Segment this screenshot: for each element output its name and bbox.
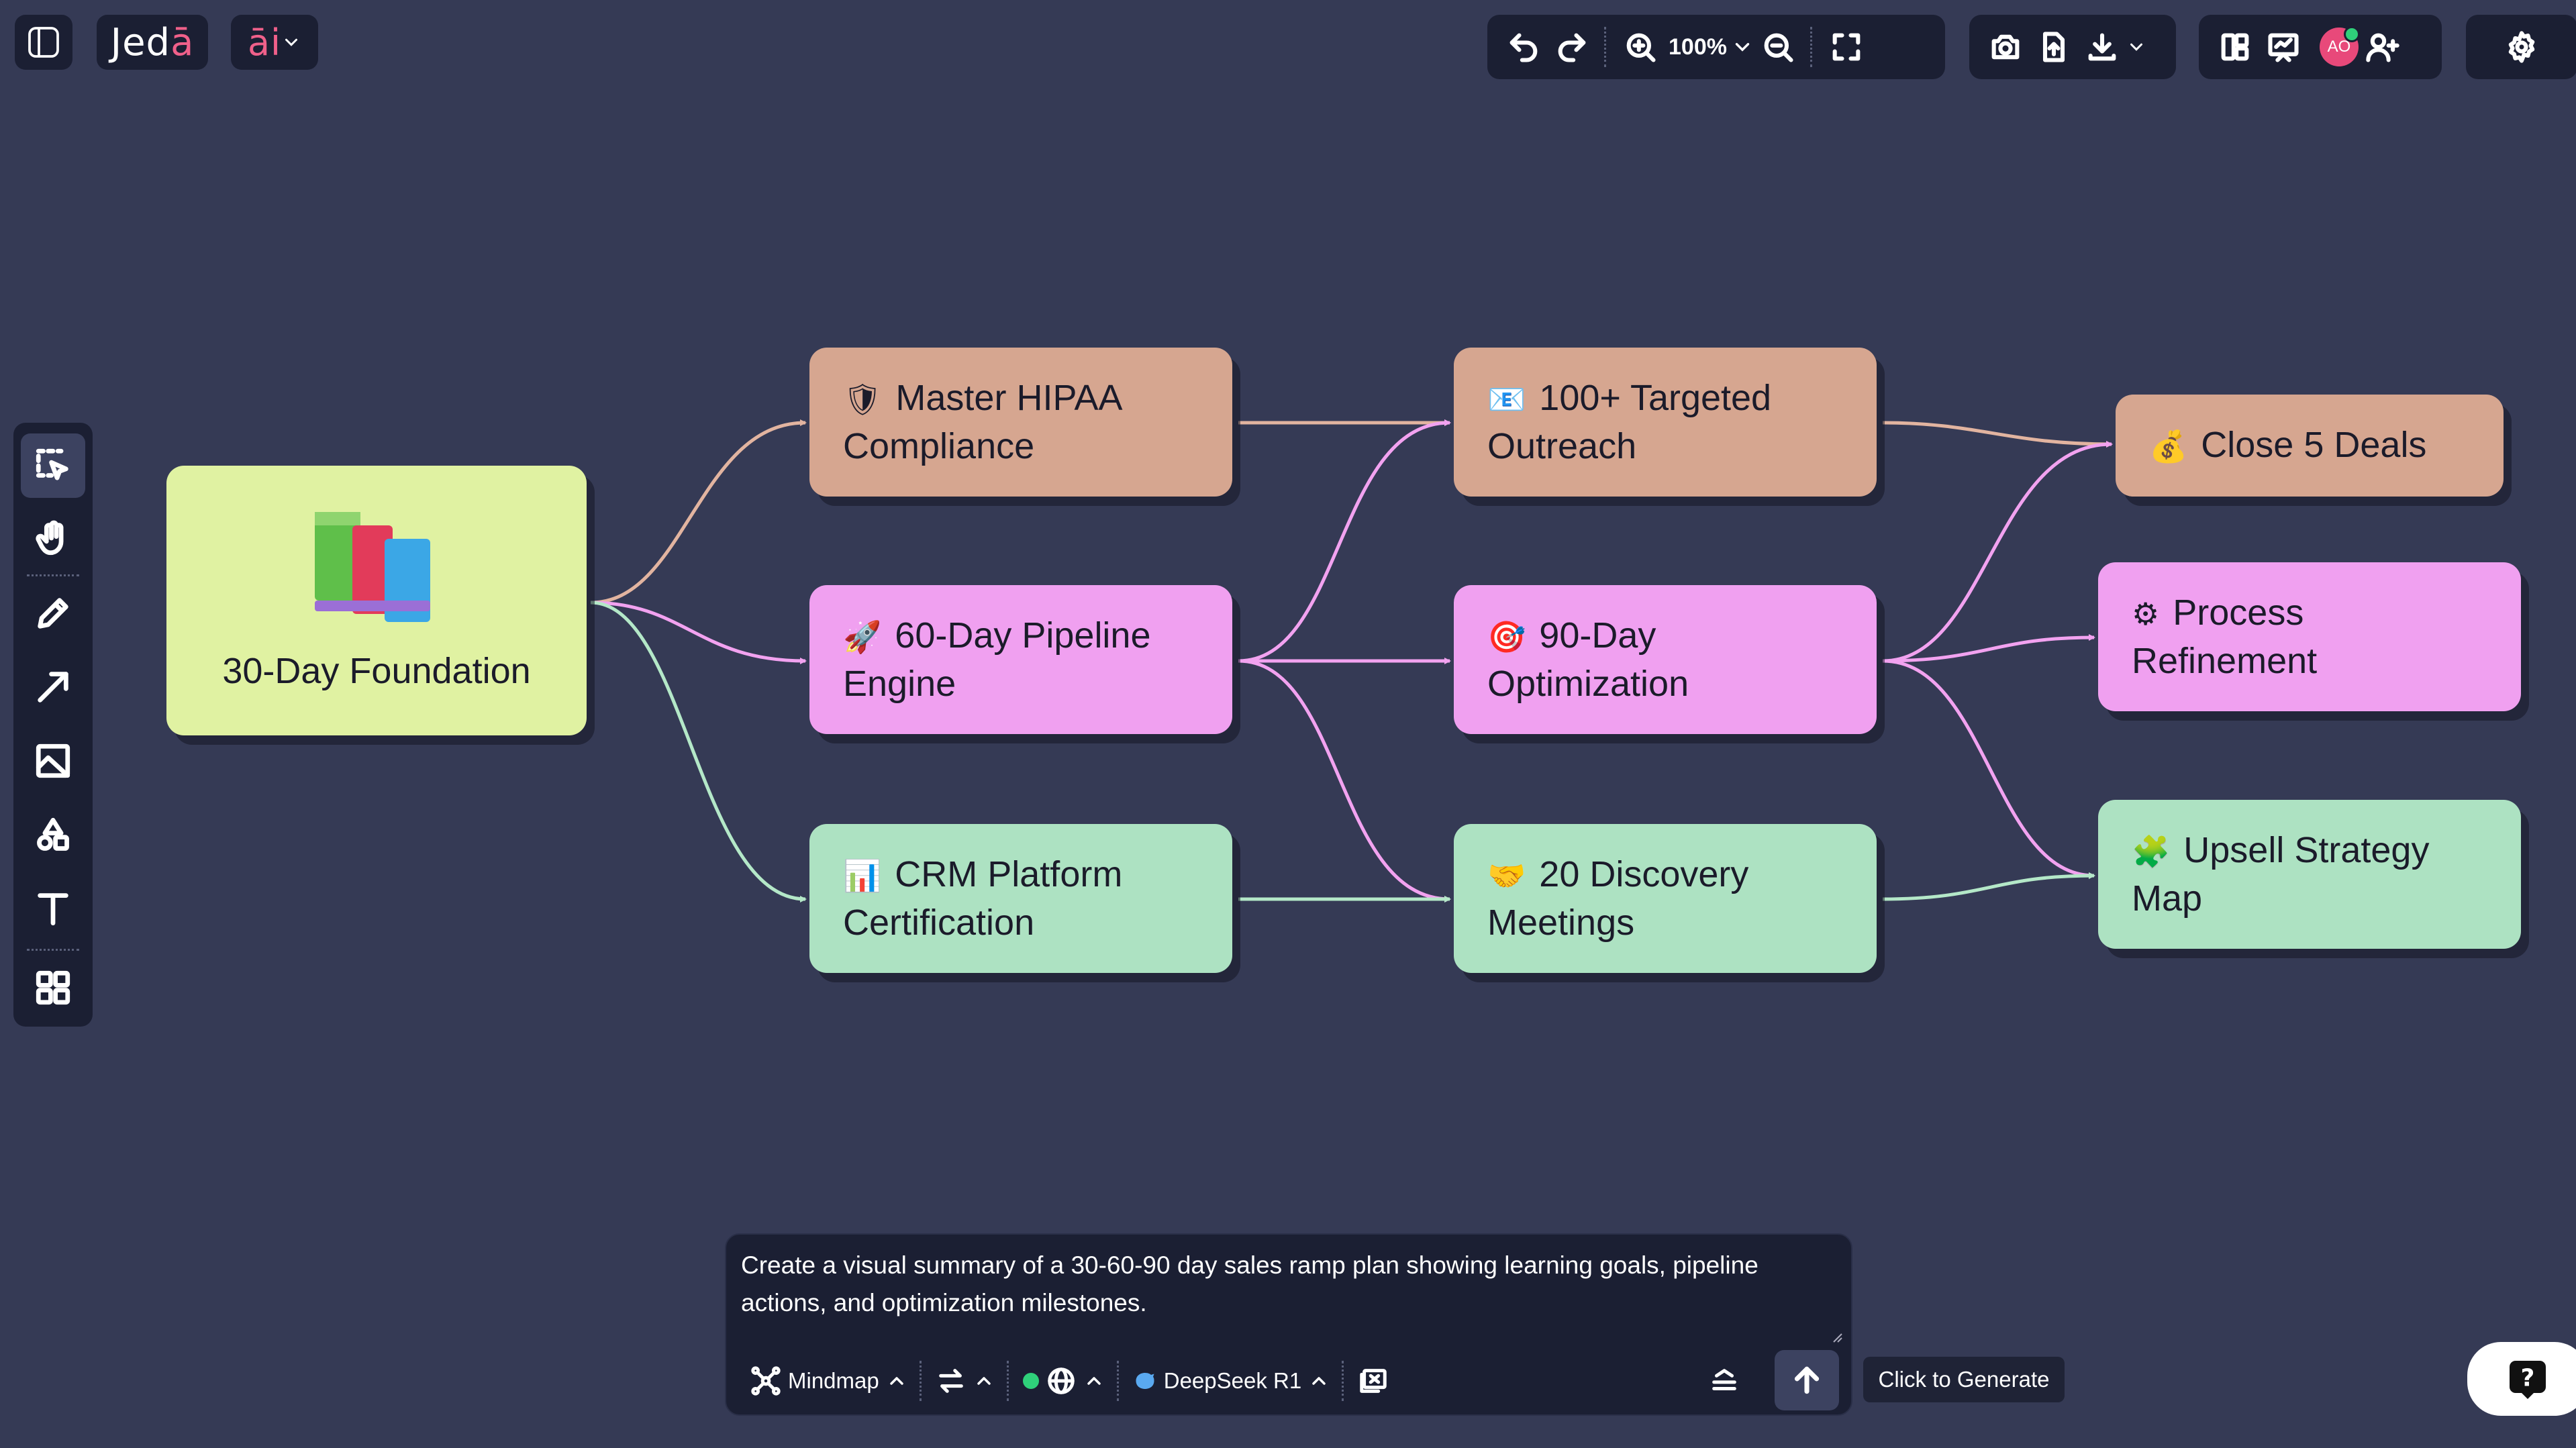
- edge-root-crm: [590, 601, 807, 902]
- status-dot: [1022, 1373, 1039, 1389]
- mindmap-root-node[interactable]: 30-Day Foundation: [166, 466, 587, 735]
- edge-pipeline-discovery: [1238, 659, 1451, 902]
- deepseek-whale-icon: [1136, 1373, 1154, 1389]
- puzzle-icon: 🧩: [2132, 833, 2171, 870]
- prompt-panel: Create a visual summary of a 30-60-90 da…: [725, 1233, 1852, 1416]
- edge-pipeline-outreach: [1238, 419, 1451, 663]
- mode-dropdown[interactable]: Mindmap: [738, 1365, 920, 1396]
- email-icon: 📧: [1487, 381, 1526, 417]
- rocket-icon: 🚀: [843, 619, 882, 655]
- mindmap-icon: [751, 1366, 781, 1396]
- svg-text:?: ?: [2521, 1365, 2535, 1392]
- help-icon: ?: [2510, 1361, 2546, 1399]
- node-crm[interactable]: 📊 CRM Platform Certification: [809, 824, 1232, 973]
- edge-outreach-close: [1882, 421, 2113, 448]
- globe-icon: [1047, 1367, 1075, 1394]
- help-button[interactable]: ?: [2467, 1342, 2576, 1416]
- books-icon: [315, 512, 430, 622]
- root-node-label: 30-Day Foundation: [222, 651, 531, 691]
- node-label: 20 Discovery Meetings: [1487, 854, 1749, 943]
- bar-chart-icon: 📊: [843, 858, 882, 894]
- clear-chat-button[interactable]: [1346, 1365, 1401, 1396]
- chevron-up-icon: [977, 1377, 991, 1385]
- shield-icon: 🛡: [843, 381, 883, 417]
- web-search-dropdown[interactable]: [1011, 1365, 1117, 1396]
- tooltip-text: Click to Generate: [1878, 1367, 2050, 1392]
- chevron-up-icon: [1312, 1377, 1326, 1385]
- collapse-button[interactable]: [1697, 1354, 1752, 1408]
- node-pipeline[interactable]: 🚀 60-Day Pipeline Engine: [809, 585, 1232, 734]
- resize-handle-icon[interactable]: [1828, 1329, 1844, 1345]
- node-optimization[interactable]: 🎯 90-Day Optimization: [1454, 585, 1877, 734]
- edge-root-pipeline: [590, 601, 807, 664]
- node-upsell[interactable]: 🧩 Upsell Strategy Map: [2098, 800, 2521, 949]
- model-label: DeepSeek R1: [1163, 1368, 1302, 1393]
- node-hipaa[interactable]: 🛡 Master HIPAA Compliance: [809, 348, 1232, 497]
- node-label: Close 5 Deals: [2201, 425, 2427, 465]
- node-label: 60-Day Pipeline Engine: [843, 615, 1151, 704]
- edge-optimize-upsell: [1882, 659, 2095, 879]
- arrow-up-icon: [1794, 1366, 1820, 1394]
- gear-icon: ⚙: [2132, 596, 2160, 632]
- node-discovery[interactable]: 🤝 20 Discovery Meetings: [1454, 824, 1877, 973]
- node-label: 100+ Targeted Outreach: [1487, 378, 1772, 466]
- swap-arrows-icon: [938, 1369, 963, 1393]
- edge-optimize-process: [1882, 634, 2095, 663]
- handshake-icon: 🤝: [1487, 858, 1526, 894]
- node-outreach[interactable]: 📧 100+ Targeted Outreach: [1454, 348, 1877, 497]
- prompt-input[interactable]: Create a visual summary of a 30-60-90 da…: [741, 1247, 1815, 1322]
- node-close-deals[interactable]: 💰 Close 5 Deals: [2116, 395, 2504, 497]
- direction-dropdown[interactable]: [924, 1365, 1007, 1396]
- edge-optimize-close: [1882, 441, 2113, 663]
- node-label: CRM Platform Certification: [843, 854, 1123, 943]
- edge-discovery-upsell: [1882, 872, 2095, 901]
- node-process-refinement[interactable]: ⚙ Process Refinement: [2098, 562, 2521, 711]
- money-bag-icon: 💰: [2149, 428, 2188, 464]
- edge-root-hipaa: [590, 419, 807, 605]
- mode-label: Mindmap: [788, 1368, 879, 1393]
- generate-button[interactable]: [1775, 1350, 1839, 1410]
- chevron-up-icon: [890, 1377, 903, 1385]
- prompt-toolbar: Mindmap DeepSeek R1: [738, 1350, 1839, 1410]
- node-label: Master HIPAA Compliance: [843, 378, 1121, 466]
- target-icon: 🎯: [1487, 619, 1526, 655]
- model-dropdown[interactable]: DeepSeek R1: [1121, 1368, 1342, 1394]
- node-label: Process Refinement: [2132, 592, 2318, 681]
- node-label: Upsell Strategy Map: [2132, 830, 2430, 919]
- generate-tooltip: Click to Generate: [1863, 1357, 2065, 1402]
- chevron-up-icon: [1087, 1377, 1101, 1385]
- collapse-lines-icon: [1712, 1369, 1736, 1390]
- chat-clear-icon: [1360, 1369, 1387, 1393]
